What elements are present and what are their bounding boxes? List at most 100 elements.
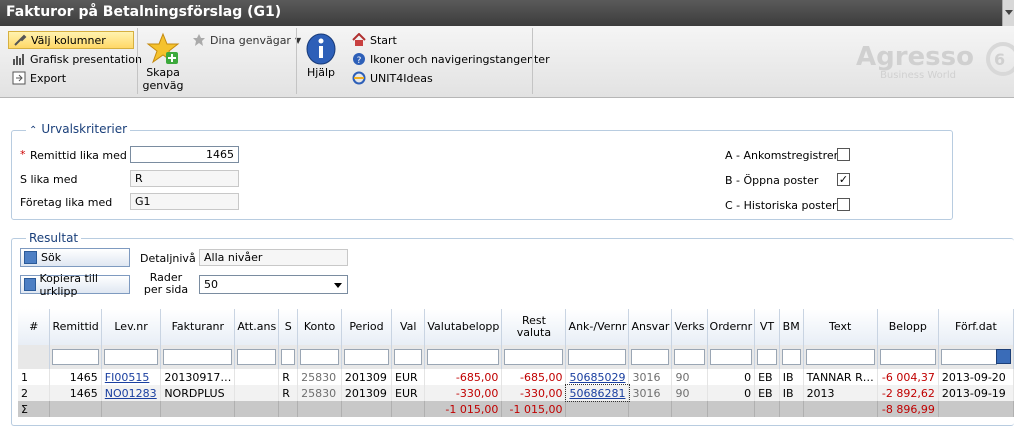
filter-input[interactable] [281,349,296,365]
filter-input[interactable] [674,349,705,365]
scroll-button[interactable] [1002,0,1014,26]
export-button[interactable]: Export [8,69,70,87]
col-header[interactable]: Ordernr [707,309,756,345]
cell-supplier-link[interactable]: FI00515 [101,369,162,385]
filter-cell[interactable] [101,345,162,369]
filter-input[interactable] [237,349,277,365]
choose-columns-button[interactable]: Välj kolumner [8,31,134,49]
col-header[interactable]: Val [391,309,426,345]
my-shortcuts-dropdown[interactable]: Dina genvägar ▼ [188,31,305,49]
col-header[interactable]: Förf.dat [938,309,1014,345]
col-header[interactable]: BM [779,309,804,345]
filter-input[interactable] [427,349,500,365]
cell-voucher-link[interactable]: 50685029 [565,369,630,385]
col-header[interactable]: Att.ans [234,309,280,345]
copy-clipboard-button[interactable]: Kopiera till urklipp [20,272,130,298]
create-shortcut-button[interactable]: Skapa genväg [140,32,186,92]
filter-cell[interactable] [938,345,1014,369]
table-row[interactable]: 2 1465 NO01283 NORDPLUS R 25830 201309 E… [18,384,1014,402]
filter-input[interactable] [163,349,233,365]
col-header[interactable]: S [278,309,299,345]
col-header[interactable]: VT [754,309,780,345]
company-input[interactable]: G1 [130,193,239,210]
filter-cell[interactable] [297,345,342,369]
filter-input[interactable] [343,349,390,365]
option-b-label: B - Öppna poster [725,174,819,187]
criteria-legend[interactable]: ⌃ Urvalskriterier [26,122,131,136]
filter-cell[interactable] [628,345,673,369]
filter-cell[interactable] [501,345,567,369]
cell-voucher-link[interactable]: 50686281 [564,384,630,402]
rows-per-page-select[interactable]: 50 [199,275,348,294]
start-link[interactable]: Start [348,31,401,49]
filter-cell[interactable] [424,345,503,369]
col-header[interactable]: Remittid [49,309,102,345]
unit4ideas-link[interactable]: UNIT4Ideas [348,69,437,87]
remit-input[interactable]: 1465 [130,146,239,163]
col-header[interactable]: Verks [671,309,708,345]
filter-input[interactable] [781,349,801,365]
filter-input[interactable] [52,349,99,365]
col-header[interactable]: Konto [297,309,342,345]
cell-order-no: 0 [707,369,756,385]
col-header[interactable]: Fakturanr [160,309,236,345]
col-header[interactable]: Period [341,309,393,345]
option-b-checkbox[interactable]: ✓ [837,173,850,186]
filter-cell[interactable] [779,345,804,369]
help-button[interactable]: Hjälp [302,32,340,79]
col-header[interactable]: Ansvar [628,309,673,345]
filter-cell[interactable] [234,345,280,369]
filter-cell[interactable] [391,345,426,369]
cell-order-no: 0 [707,385,756,401]
filter-input[interactable] [879,349,936,365]
col-header[interactable]: # [18,309,51,345]
filter-input[interactable] [631,349,670,365]
filter-cell[interactable] [160,345,236,369]
filter-input[interactable] [504,349,564,365]
filter-cell[interactable] [671,345,708,369]
cell-account: 25830 [297,369,342,385]
filter-cell[interactable] [877,345,939,369]
cell-remittid: 1465 [49,369,102,385]
option-c-checkbox[interactable] [837,198,850,211]
search-button-label: Sök [41,251,62,264]
sum-cell [49,401,102,417]
filter-input[interactable] [300,349,339,365]
option-a-checkbox[interactable] [837,148,850,161]
col-header[interactable]: Valutabelopp [424,309,503,345]
filter-input[interactable] [568,349,627,365]
col-header[interactable]: Text [803,309,878,345]
choose-columns-label: Välj kolumner [31,33,106,47]
collapse-icon[interactable]: ⌃ [29,125,37,136]
s-input[interactable]: R [130,170,239,187]
cell-rest-currency: -330,00 [501,385,567,401]
col-header[interactable]: Lev.nr [101,309,162,345]
filter-cell[interactable] [754,345,780,369]
icons-keys-link[interactable]: ? Ikoner och navigeringstangenter [348,50,554,68]
filter-cell[interactable] [49,345,102,369]
filter-input[interactable] [394,349,423,365]
sum-cell [707,401,756,417]
filter-cell[interactable] [707,345,756,369]
col-header[interactable]: Rest valuta [501,309,567,345]
filter-input[interactable] [805,349,875,365]
filter-input[interactable] [709,349,753,365]
svg-text:?: ? [357,56,362,66]
graphic-presentation-button[interactable]: Grafisk presentation [8,50,146,68]
search-button[interactable]: Sök [20,248,130,267]
rows-per-page-label: Rader per sida [143,271,189,296]
sum-cell [101,401,162,417]
filter-input[interactable] [940,349,997,365]
filter-input[interactable] [103,349,159,365]
filter-input[interactable] [757,349,777,365]
cell-supplier-link[interactable]: NO01283 [101,385,162,401]
col-header[interactable]: Ank-/Vernr [565,309,630,345]
filter-cell[interactable] [341,345,393,369]
col-header[interactable]: Belopp [877,309,939,345]
filter-cell[interactable] [565,345,630,369]
calendar-icon[interactable] [996,349,1011,364]
filter-cell[interactable] [278,345,299,369]
filter-cell[interactable] [803,345,878,369]
table-row[interactable]: 1 1465 FI00515 20130917… R 25830 201309 … [18,369,1014,385]
detail-level-input[interactable]: Alla nivåer [199,249,348,266]
